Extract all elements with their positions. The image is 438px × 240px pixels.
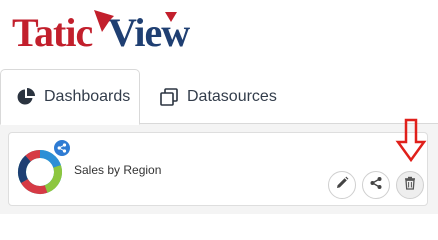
- down-arrow-icon: [395, 118, 427, 164]
- delete-button[interactable]: [396, 171, 424, 199]
- pencil-icon: [335, 176, 349, 195]
- datasources-icon: [159, 87, 179, 107]
- tab-datasources-label: Datasources: [187, 87, 277, 105]
- share-button[interactable]: [362, 171, 390, 199]
- dashboard-title[interactable]: Sales by Region: [74, 163, 161, 177]
- shared-badge-icon: [53, 139, 71, 157]
- pie-chart-icon: [16, 87, 36, 107]
- tab-bar: Dashboards Datasources: [0, 69, 438, 125]
- app-root: Tatic View Dashboards Datasources Sales …: [0, 0, 438, 214]
- dashboard-card[interactable]: [8, 132, 428, 206]
- logo-text-part1: Tatic: [12, 10, 92, 55]
- tab-dashboards-label: Dashboards: [44, 88, 131, 105]
- tab-datasources[interactable]: Datasources: [156, 69, 306, 124]
- edit-button[interactable]: [328, 171, 356, 199]
- tab-dashboards[interactable]: Dashboards: [0, 69, 140, 125]
- taticview-logo[interactable]: Tatic View: [10, 4, 190, 56]
- trash-icon: [403, 176, 417, 195]
- share-icon: [369, 176, 383, 195]
- logo-text-part2: View: [108, 10, 190, 55]
